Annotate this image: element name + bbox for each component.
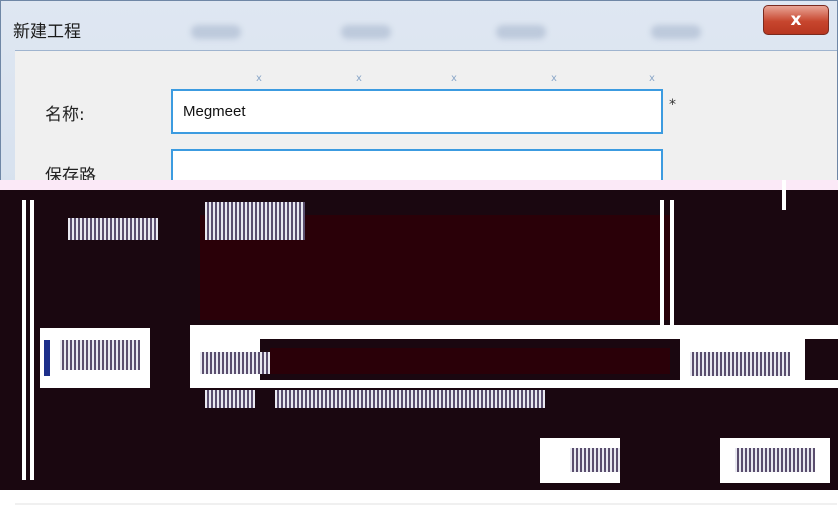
glitch-pattern	[60, 340, 140, 370]
name-label: 名称:	[45, 105, 85, 125]
titlebar-blur	[341, 25, 391, 39]
glitch-line	[670, 200, 674, 330]
name-input[interactable]: Megmeet	[171, 89, 663, 134]
glitch-pattern	[735, 448, 815, 472]
name-input-value: Megmeet	[183, 103, 246, 120]
glitch-pattern	[205, 390, 255, 408]
required-mark: *	[669, 97, 676, 113]
titlebar-blur	[496, 25, 546, 39]
corrupted-render-area	[0, 180, 838, 503]
tick-mark: x	[451, 73, 457, 84]
glitch-block	[270, 348, 670, 374]
dialog-title: 新建工程	[13, 22, 81, 42]
glitch-strip	[190, 325, 838, 339]
close-button[interactable]: x	[763, 5, 829, 35]
tick-mark: x	[256, 73, 262, 84]
glitch-line	[22, 200, 26, 480]
glitch-pattern	[690, 352, 790, 376]
glitch-pattern	[570, 448, 620, 472]
glitch-accent	[44, 340, 50, 376]
tick-mark: x	[649, 73, 655, 84]
titlebar-blur	[191, 25, 241, 39]
tick-mark: x	[551, 73, 557, 84]
glitch-pattern	[275, 390, 545, 408]
glitch-pattern	[205, 202, 305, 240]
glitch-line	[660, 200, 664, 330]
glitch-pattern	[68, 218, 158, 240]
glitch-pattern	[200, 352, 270, 374]
glitch-strip	[0, 490, 838, 503]
titlebar-blur	[651, 25, 701, 39]
close-icon: x	[790, 10, 802, 30]
title-bar: 新建工程 x	[1, 1, 837, 49]
glitch-strip	[190, 380, 838, 388]
glitch-line	[30, 200, 34, 480]
tick-mark: x	[356, 73, 362, 84]
glitch-line	[782, 180, 786, 210]
glitch-strip	[0, 180, 838, 190]
